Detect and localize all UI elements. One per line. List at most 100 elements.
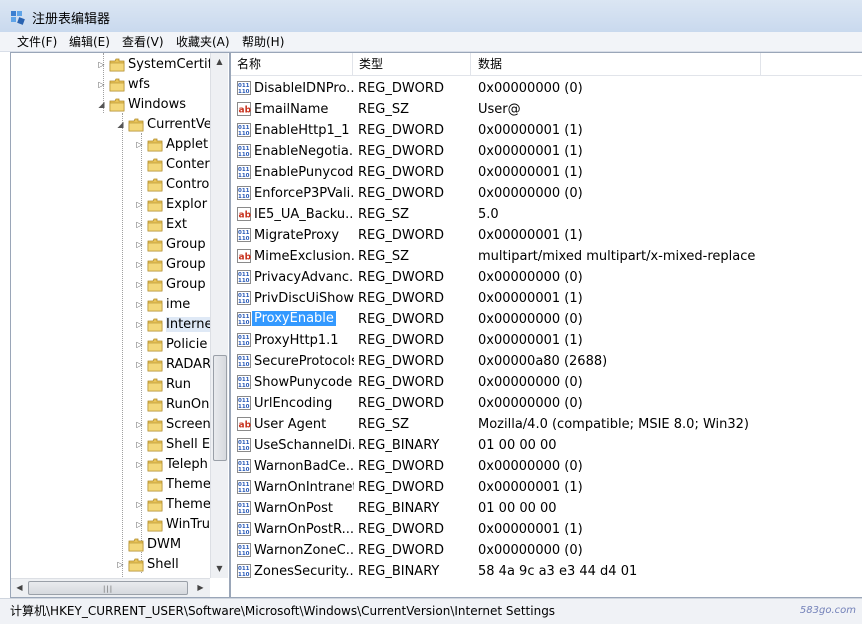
tree-node[interactable]: ▷ wfs xyxy=(11,75,211,95)
binary-value-icon: 011110 xyxy=(237,564,251,578)
tree-node[interactable]: Contro xyxy=(11,175,211,195)
expand-arrow-icon[interactable]: ▷ xyxy=(135,260,144,269)
value-row[interactable]: 011 110 UseSchannelDi... REG_BINARY 01 00 00… xyxy=(231,435,862,456)
value-row[interactable]: 011 110 SecureProtocols REG_DWORD 0x00000a80… xyxy=(231,351,862,372)
tree-node[interactable]: ▷ RADAR xyxy=(11,355,211,375)
value-row[interactable]: 011 110 MigrateProxy REG_DWORD 0x00000001 (1… xyxy=(231,225,862,246)
value-row[interactable]: ab MimeExclusion... REG_SZ multipart/mixed … xyxy=(231,246,862,267)
tree-node[interactable]: Conter xyxy=(11,155,211,175)
expand-arrow-icon[interactable]: ▷ xyxy=(135,280,144,289)
tree-node[interactable]: ▷ Ext xyxy=(11,215,211,235)
value-row[interactable]: 011 110 UrlEncoding REG_DWORD 0x00000000 (0) xyxy=(231,393,862,414)
tree-node[interactable]: ▷ ime xyxy=(11,295,211,315)
tree-node[interactable]: ▷ Policie xyxy=(11,335,211,355)
svg-text:110: 110 xyxy=(238,278,250,284)
value-name: EnableNegotia... xyxy=(254,144,354,159)
scroll-left-arrow-icon[interactable]: ◀ xyxy=(14,582,25,593)
column-header-data[interactable]: 数据 xyxy=(472,53,761,75)
folder-icon xyxy=(109,78,125,92)
value-name: EnforceP3PVali... xyxy=(254,186,354,201)
value-row[interactable]: 011 110 WarnonBadCe... REG_DWORD 0x00000000 … xyxy=(231,456,862,477)
registry-values-list[interactable]: 名称 类型 数据 011 110 DisableIDNPro... REG_DWORD… xyxy=(230,52,862,598)
expand-arrow-icon[interactable]: ▷ xyxy=(135,340,144,349)
collapse-arrow-icon[interactable]: ◢ xyxy=(116,120,125,129)
column-header-type[interactable]: 类型 xyxy=(353,53,471,75)
value-row[interactable]: 011 110 WarnOnPost REG_BINARY 01 00 00 00 xyxy=(231,498,862,519)
expand-arrow-icon[interactable]: ▷ xyxy=(135,360,144,369)
expand-arrow-icon[interactable]: ▷ xyxy=(97,80,106,89)
tree-node[interactable]: ▷ Applet xyxy=(11,135,211,155)
expand-arrow-icon[interactable]: ▷ xyxy=(135,520,144,529)
tree-node[interactable]: ▷ WinTru xyxy=(11,515,211,535)
expand-arrow-icon[interactable]: ▷ xyxy=(135,500,144,509)
tree-node[interactable]: ▷ Group xyxy=(11,275,211,295)
expand-arrow-icon[interactable]: ▷ xyxy=(135,320,144,329)
value-row[interactable]: ab User Agent REG_SZ Mozilla/4.0 (compatibl… xyxy=(231,414,862,435)
value-row[interactable]: 011 110 ShowPunycode REG_DWORD 0x00000000 (0… xyxy=(231,372,862,393)
tree-node[interactable]: ▷ Theme xyxy=(11,495,211,515)
expand-arrow-icon[interactable]: ▷ xyxy=(116,560,125,569)
expand-arrow-icon[interactable]: ▷ xyxy=(97,60,106,69)
tree-horizontal-scroll-thumb[interactable]: ||| xyxy=(28,581,188,595)
expand-arrow-icon[interactable]: ▷ xyxy=(135,440,144,449)
tree-node[interactable]: ▷ Explor xyxy=(11,195,211,215)
scroll-down-arrow-icon[interactable]: ▼ xyxy=(214,563,225,574)
value-row[interactable]: ab EmailName REG_SZ User@ xyxy=(231,99,862,120)
value-row[interactable]: 011 110 EnableNegotia... REG_DWORD 0x0000000… xyxy=(231,141,862,162)
value-name: ShowPunycode xyxy=(254,375,353,390)
value-row[interactable]: 011 110 DisableIDNPro... REG_DWORD 0x0000000… xyxy=(231,78,862,99)
tree-horizontal-scrollbar[interactable]: ◀ ||| ▶ xyxy=(11,578,210,597)
value-row[interactable]: 011 110 WarnonZoneC... REG_DWORD 0x00000000 … xyxy=(231,540,862,561)
tree-node[interactable]: ▷ Screen xyxy=(11,415,211,435)
value-row[interactable]: 011 110 PrivDiscUiShown REG_DWORD 0x00000001… xyxy=(231,288,862,309)
registry-key-tree[interactable]: ▷ Shell DWM ▷ WinTru ▷ Theme Theme ▷ Teleph ▷ Shell… xyxy=(10,52,230,598)
tree-node[interactable]: ▷ Group xyxy=(11,255,211,275)
menu-help[interactable]: 帮助(H) xyxy=(240,33,286,50)
tree-vertical-scrollbar[interactable]: ▲ ▼ xyxy=(210,53,228,578)
tree-node[interactable]: ▷ Teleph xyxy=(11,455,211,475)
tree-node[interactable]: Theme xyxy=(11,475,211,495)
binary-value-icon: 011110 xyxy=(237,144,251,158)
tree-node[interactable]: ▷ Interne xyxy=(11,315,213,335)
menu-view[interactable]: 查看(V) xyxy=(120,33,166,50)
value-row[interactable]: 011 110 WarnOnIntranet REG_DWORD 0x00000001 … xyxy=(231,477,862,498)
tree-node[interactable]: ◢ CurrentVe xyxy=(11,115,211,135)
tree-node[interactable]: ▷ SystemCertifi xyxy=(11,55,215,75)
menu-favorites[interactable]: 收藏夹(A) xyxy=(174,33,232,50)
expand-arrow-icon[interactable]: ▷ xyxy=(135,420,144,429)
tree-node[interactable]: Run xyxy=(11,375,211,395)
folder-icon xyxy=(147,158,163,172)
value-row[interactable]: ab IE5_UA_Backu... REG_SZ 5.0 xyxy=(231,204,862,225)
tree-node[interactable]: DWM xyxy=(11,535,211,555)
expand-arrow-icon[interactable]: ▷ xyxy=(135,300,144,309)
tree-vertical-scroll-thumb[interactable] xyxy=(213,355,227,461)
value-name: EnablePunycode xyxy=(254,165,354,180)
tree-node[interactable]: RunOn xyxy=(11,395,211,415)
scroll-up-arrow-icon[interactable]: ▲ xyxy=(214,56,225,67)
value-row[interactable]: 011 110 ZonesSecurity... REG_BINARY 58 4a 9c… xyxy=(231,561,862,582)
tree-node-label: WinTru xyxy=(166,517,211,532)
expand-arrow-icon[interactable]: ▷ xyxy=(135,240,144,249)
expand-arrow-icon[interactable]: ▷ xyxy=(135,140,144,149)
tree-node[interactable]: ▷ Shell E xyxy=(11,435,211,455)
value-row[interactable]: 011 110 ProxyEnable REG_DWORD 0x00000000 (0) xyxy=(231,309,862,330)
tree-node[interactable]: ▷ Shell xyxy=(11,555,211,575)
expand-arrow-icon[interactable]: ▷ xyxy=(135,200,144,209)
value-row[interactable]: 011 110 ProxyHttp1.1 REG_DWORD 0x00000001 (1… xyxy=(231,330,862,351)
expand-arrow-icon[interactable]: ▷ xyxy=(135,220,144,229)
value-name: WarnonBadCe... xyxy=(254,459,354,474)
value-row[interactable]: 011 110 WarnOnPostR... REG_DWORD 0x00000001 … xyxy=(231,519,862,540)
value-row[interactable]: 011 110 EnableHttp1_1 REG_DWORD 0x00000001 (… xyxy=(231,120,862,141)
tree-node[interactable]: ▷ Group xyxy=(11,235,211,255)
scroll-right-arrow-icon[interactable]: ▶ xyxy=(195,582,206,593)
expand-arrow-icon[interactable]: ▷ xyxy=(135,460,144,469)
column-header-name[interactable]: 名称 xyxy=(231,53,353,75)
window-title: 注册表编辑器 xyxy=(32,12,111,27)
menu-file[interactable]: 文件(F) xyxy=(15,33,59,50)
collapse-arrow-icon[interactable]: ◢ xyxy=(97,100,106,109)
value-row[interactable]: 011 110 EnforceP3PVali... REG_DWORD 0x000000… xyxy=(231,183,862,204)
value-row[interactable]: 011 110 EnablePunycode REG_DWORD 0x00000001 … xyxy=(231,162,862,183)
value-row[interactable]: 011 110 PrivacyAdvanc... REG_DWORD 0x0000000… xyxy=(231,267,862,288)
tree-node[interactable]: ◢ Windows xyxy=(11,95,211,115)
menu-edit[interactable]: 编辑(E) xyxy=(67,33,112,50)
